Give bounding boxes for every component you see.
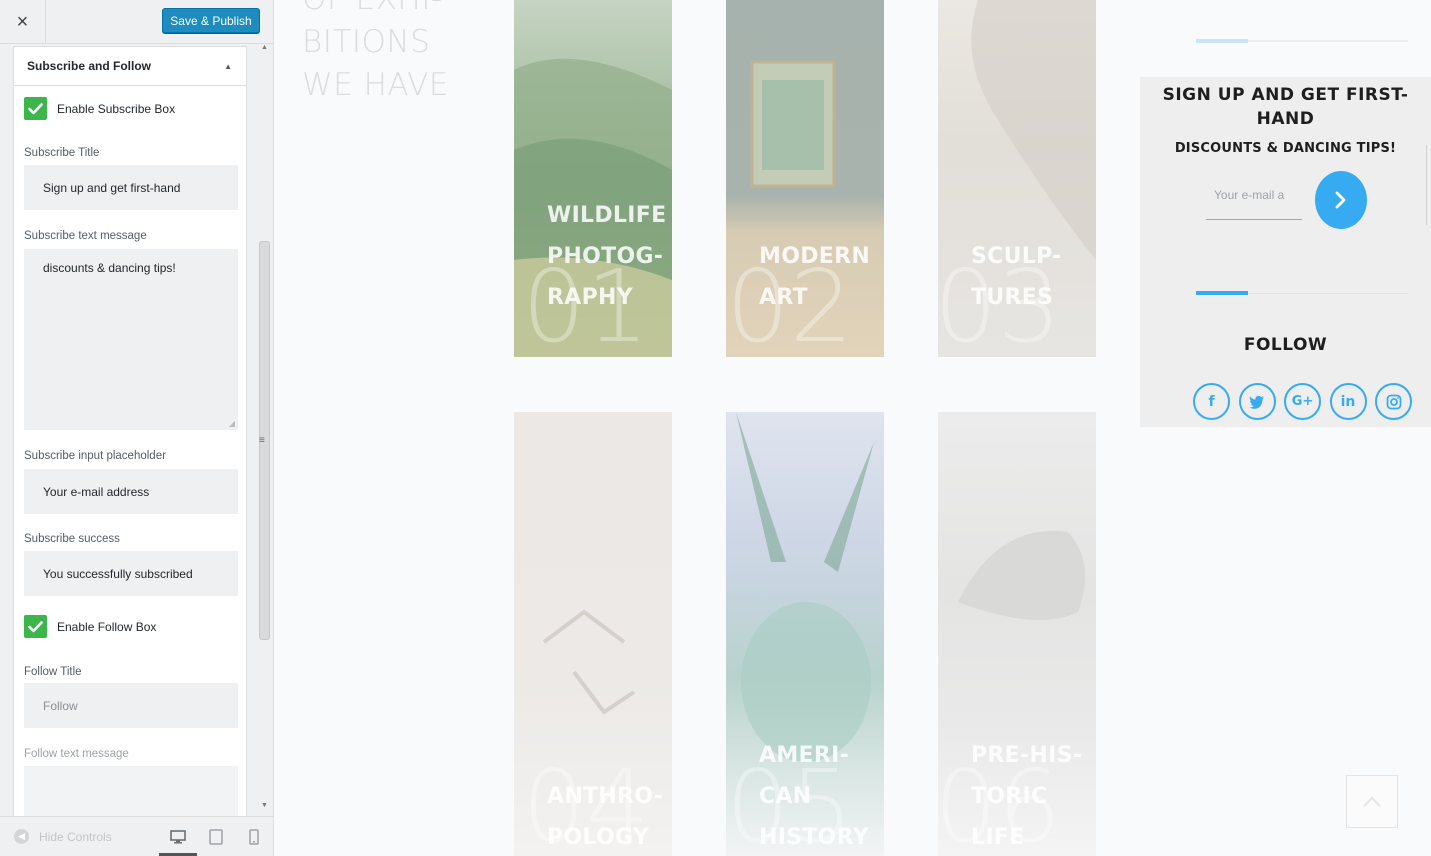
chevron-up-icon bbox=[1363, 796, 1381, 807]
card-title-line: POLOGY bbox=[547, 825, 650, 850]
card-title-line: PRE-HIS- bbox=[971, 743, 1083, 768]
card-title: PRE-HIS- TORIC LIFE bbox=[971, 735, 1082, 856]
card-title-line: CAN bbox=[759, 784, 812, 809]
site-preview: OF EXHI- BITIONS WE HAVE 01 WILDLIFE PHO… bbox=[274, 0, 1431, 856]
social-links: f G+ in bbox=[1193, 383, 1421, 420]
enable-subscribe-control[interactable]: Enable Subscribe Box bbox=[24, 97, 175, 120]
exhibition-card-sculptures[interactable]: 03 SCULP- TURES bbox=[938, 0, 1096, 357]
enable-subscribe-label: Enable Subscribe Box bbox=[57, 101, 176, 116]
subscribe-follow-widget: SIGN UP AND GET FIRST-HAND DISCOUNTS & D… bbox=[1140, 77, 1431, 427]
card-title-line: TURES bbox=[971, 285, 1054, 310]
follow-title-input[interactable]: Follow bbox=[24, 683, 238, 728]
section-title: Subscribe and Follow bbox=[27, 59, 152, 73]
collapse-triangle-icon: ▲ bbox=[224, 62, 232, 71]
preview-edge-scrollbar[interactable] bbox=[1426, 145, 1431, 225]
customizer-screen: × Save & Publish Subscribe and Follow ▲ … bbox=[0, 0, 1431, 856]
card-title-line: ANTHRO- bbox=[547, 784, 664, 809]
card-title-line: WILDLIFE bbox=[547, 203, 667, 228]
exhibitions-heading: OF EXHI- BITIONS WE HAVE bbox=[302, 0, 449, 107]
exhibition-card-modern-art[interactable]: 02 MODERN ART bbox=[726, 0, 884, 357]
hide-controls-label: Hide Controls bbox=[39, 829, 112, 844]
widget-divider bbox=[1196, 291, 1408, 295]
checkbox-checked-icon[interactable] bbox=[24, 615, 47, 638]
card-title: MODERN ART bbox=[759, 236, 870, 318]
card-title-line: HISTORY bbox=[759, 825, 869, 850]
widget-divider bbox=[1196, 39, 1408, 43]
desktop-icon[interactable] bbox=[169, 828, 187, 846]
card-title-line: RAPHY bbox=[547, 285, 633, 310]
exhibition-card-prehistoric-life[interactable]: 06 PRE-HIS- TORIC LIFE bbox=[938, 412, 1096, 856]
subscribe-success-input[interactable]: You successfully subscribed bbox=[24, 551, 238, 596]
controls-scroll-area: Subscribe and Follow ▲ Enable Subscribe … bbox=[13, 44, 248, 816]
subscribe-title-label: Subscribe Title bbox=[24, 147, 100, 159]
instagram-icon[interactable] bbox=[1375, 383, 1412, 420]
facebook-icon[interactable]: f bbox=[1193, 383, 1230, 420]
sidebar-footer: ◀ Hide Controls bbox=[0, 816, 273, 856]
chevron-right-icon bbox=[1335, 191, 1346, 209]
scroll-down-arrow-icon[interactable]: ▼ bbox=[261, 802, 268, 809]
subscribe-title: SIGN UP AND GET FIRST-HAND bbox=[1162, 85, 1409, 129]
sidebar-header: × Save & Publish bbox=[0, 0, 273, 44]
card-title: SCULP- TURES bbox=[971, 236, 1062, 318]
twitter-icon[interactable] bbox=[1238, 383, 1276, 420]
heading-line: BITIONS bbox=[302, 24, 431, 60]
section-header-subscribe-follow[interactable]: Subscribe and Follow ▲ bbox=[13, 46, 247, 86]
subscribe-text-value: discounts & dancing tips! bbox=[43, 261, 176, 275]
tablet-icon[interactable] bbox=[207, 828, 225, 846]
mobile-icon[interactable] bbox=[245, 828, 263, 846]
save-publish-button[interactable]: Save & Publish bbox=[162, 8, 260, 33]
customizer-sidebar: × Save & Publish Subscribe and Follow ▲ … bbox=[0, 0, 274, 856]
exhibition-card-anthropology[interactable]: 04 ANTHRO- POLOGY bbox=[514, 412, 672, 856]
linkedin-icon[interactable]: in bbox=[1329, 383, 1367, 420]
subscribe-message: DISCOUNTS & DANCING TIPS! bbox=[1174, 141, 1397, 156]
card-title-line: PHOTOG- bbox=[547, 244, 664, 269]
google-plus-icon[interactable]: G+ bbox=[1284, 383, 1321, 420]
card-title-line: MODERN bbox=[759, 244, 871, 269]
card-title: AMERI- CAN HISTORY bbox=[759, 735, 869, 856]
sidebar-scrollbar[interactable]: ▲ ▼ bbox=[258, 44, 271, 816]
enable-follow-label: Enable Follow Box bbox=[57, 619, 157, 634]
divider-accent bbox=[1196, 291, 1248, 295]
collapse-arrow-icon: ◀ bbox=[14, 829, 29, 844]
section-panel: Enable Subscribe Box Subscribe Title Sig… bbox=[13, 86, 247, 816]
heading-line: OF EXHI- bbox=[302, 0, 449, 21]
checkbox-checked-icon[interactable] bbox=[24, 97, 47, 120]
enable-follow-control[interactable]: Enable Follow Box bbox=[24, 615, 156, 638]
subscribe-title-input[interactable]: Sign up and get first-hand bbox=[24, 165, 238, 210]
subscribe-submit-button[interactable] bbox=[1315, 171, 1367, 229]
card-title-line: ART bbox=[759, 285, 808, 310]
subscribe-email-input[interactable]: Your e-mail a bbox=[1206, 180, 1302, 220]
card-title: WILDLIFE PHOTOG- RAPHY bbox=[547, 195, 666, 318]
card-title: ANTHRO- POLOGY bbox=[547, 776, 663, 856]
card-title-line: AMERI- bbox=[759, 743, 850, 768]
exhibition-card-american-history[interactable]: 05 AMERI- CAN HISTORY bbox=[726, 412, 884, 856]
follow-text-textarea[interactable] bbox=[24, 766, 238, 816]
placeholder-label: Subscribe input placeholder bbox=[24, 450, 166, 462]
exhibition-card-wildlife[interactable]: 01 WILDLIFE PHOTOG- RAPHY bbox=[514, 0, 672, 357]
subscribe-text-textarea[interactable]: discounts & dancing tips! ◢ bbox=[24, 249, 238, 430]
follow-text-label: Follow text message bbox=[24, 748, 129, 760]
card-title-line: SCULP- bbox=[971, 244, 1062, 269]
scroll-up-arrow-icon[interactable]: ▲ bbox=[261, 44, 268, 51]
placeholder-input[interactable]: Your e-mail address bbox=[24, 469, 238, 514]
follow-title-label: Follow Title bbox=[24, 666, 82, 678]
card-title-line: TORIC bbox=[971, 784, 1048, 809]
resize-grip-icon[interactable]: ◢ bbox=[229, 419, 235, 428]
divider-accent bbox=[1196, 39, 1248, 43]
card-title-line: LIFE bbox=[971, 825, 1025, 850]
heading-line: WE HAVE bbox=[302, 67, 449, 103]
sidebar-resize-handle-icon[interactable]: ≡ bbox=[259, 435, 265, 446]
back-to-top-button[interactable] bbox=[1346, 775, 1398, 828]
close-button[interactable]: × bbox=[0, 0, 46, 44]
subscribe-success-label: Subscribe success bbox=[24, 533, 120, 545]
close-icon: × bbox=[16, 10, 29, 33]
follow-title: FOLLOW bbox=[1243, 335, 1328, 355]
hide-controls-button[interactable]: ◀ Hide Controls bbox=[14, 829, 112, 844]
subscribe-text-label: Subscribe text message bbox=[24, 230, 147, 242]
